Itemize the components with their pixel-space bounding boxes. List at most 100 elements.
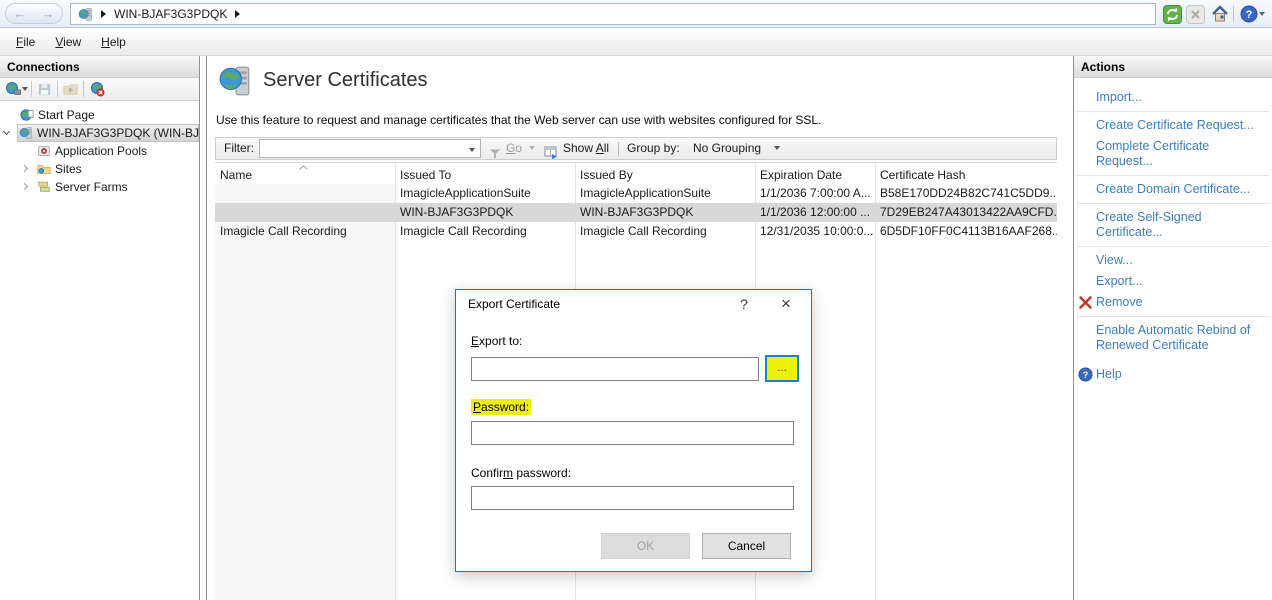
table-row-selected[interactable]: WIN-BJAF3G3PDQK WIN-BJAF3G3PDQK 1/1/2036… <box>215 203 1057 222</box>
nav-buttons: ← → <box>5 3 63 24</box>
svg-text:?: ? <box>1083 370 1088 380</box>
cell-hash: 6D5DF10FF0C4113B16AAF268... <box>875 222 1057 241</box>
breadcrumb-server[interactable]: WIN-BJAF3G3PDQK <box>114 7 227 21</box>
column-header-expiration[interactable]: Expiration Date <box>755 163 875 184</box>
create-connection-button[interactable] <box>3 80 22 99</box>
dialog-titlebar[interactable]: Export Certificate ? × <box>456 290 811 319</box>
actions-separator <box>1077 175 1269 176</box>
stop-button[interactable] <box>1185 4 1206 24</box>
application-pools-icon <box>37 144 51 158</box>
save-connections-button[interactable] <box>35 80 54 99</box>
refresh-button[interactable] <box>1162 4 1183 24</box>
chevron-down-icon[interactable] <box>22 87 28 91</box>
tree-item-server[interactable]: WIN-BJAF3G3PDQK (WIN-BJA <box>0 124 199 142</box>
confirm-password-field[interactable] <box>471 486 794 510</box>
action-remove[interactable]: Remove <box>1074 292 1272 313</box>
cell-expiration: 1/1/2036 12:00:00 ... <box>755 203 875 222</box>
svg-text:?: ? <box>1245 9 1252 21</box>
export-to-field[interactable] <box>471 357 759 381</box>
cancel-button[interactable]: Cancel <box>702 533 791 559</box>
password-field[interactable] <box>471 421 794 445</box>
cell-name <box>215 203 395 222</box>
tree-item-application-pools[interactable]: Application Pools <box>0 142 199 160</box>
toolbar-separator <box>618 142 619 156</box>
column-header-issued-to[interactable]: Issued To <box>395 163 575 184</box>
up-button[interactable] <box>61 80 80 99</box>
action-complete-certificate-request[interactable]: Complete Certificate Request... <box>1074 136 1272 172</box>
tree-item-label: Sites <box>55 162 199 176</box>
tree-item-label: Application Pools <box>55 144 199 158</box>
chevron-collapsed-icon[interactable] <box>21 183 28 190</box>
back-icon[interactable]: ← <box>14 7 27 20</box>
go-button[interactable]: Go <box>506 138 522 159</box>
connections-header: Connections <box>0 56 199 78</box>
page-title: Server Certificates <box>263 69 428 92</box>
action-help[interactable]: ? Help <box>1074 364 1272 385</box>
filter-funnel-icon <box>489 143 501 164</box>
column-header-hash[interactable]: Certificate Hash <box>875 163 1057 184</box>
filter-input[interactable] <box>259 139 481 158</box>
action-create-self-signed-certificate[interactable]: Create Self-Signed Certificate... <box>1074 207 1272 243</box>
cell-expiration: 1/1/2036 7:00:00 A... <box>755 184 875 203</box>
cell-issued-by: Imagicle Call Recording <box>575 222 755 241</box>
password-label: Password: <box>471 400 531 414</box>
menu-file[interactable]: File <box>6 31 45 53</box>
menu-bar: File View Help <box>0 28 1272 56</box>
tree-item-start-page[interactable]: Start Page <box>0 106 199 124</box>
cell-hash: 7D29EB247A43013422AA9CFD... <box>875 203 1057 222</box>
breadcrumb-arrow-icon[interactable] <box>235 10 240 18</box>
table-row[interactable]: Imagicle Call Recording Imagicle Call Re… <box>215 222 1057 241</box>
dialog-help-button[interactable]: ? <box>729 290 759 319</box>
filter-toolbar: Filter: Go Show All Group by: No Groupin… <box>215 137 1057 160</box>
list-header-row: Name Issued To Issued By Expiration Date… <box>215 163 1057 184</box>
toolbar-separator <box>31 81 32 97</box>
stop-icon <box>1186 5 1205 24</box>
chevron-down-icon[interactable] <box>469 148 475 152</box>
actions-separator <box>1077 316 1269 317</box>
page-description: Use this feature to request and manage c… <box>216 113 821 127</box>
breadcrumb[interactable]: WIN-BJAF3G3PDQK <box>70 3 1156 25</box>
help-menu-caret[interactable] <box>1256 4 1268 24</box>
chevron-expanded-icon[interactable] <box>3 128 10 135</box>
browse-button[interactable]: ... <box>765 355 799 382</box>
chevron-collapsed-icon[interactable] <box>21 165 28 172</box>
action-view[interactable]: View... <box>1074 250 1272 271</box>
cell-issued-to: ImagicleApplicationSuite <box>395 184 575 203</box>
cell-hash: B58E170DD24B82C741C5DD9... <box>875 184 1057 203</box>
connections-panel: Connections <box>0 56 200 600</box>
show-all-button[interactable]: Show All <box>563 138 609 159</box>
table-row[interactable]: ImagicleApplicationSuite ImagicleApplica… <box>215 184 1057 203</box>
connections-tree: Start Page WIN-BJAF3G3PDQK (WIN-BJA <box>0 101 199 196</box>
toolbar-separator <box>57 81 58 97</box>
home-button[interactable] <box>1209 4 1230 24</box>
sorted-column-tint <box>215 184 395 600</box>
filter-label: Filter: <box>224 138 254 159</box>
actions-panel: Actions Import... Create Certificate Req… <box>1073 56 1272 600</box>
tree-item-label: Start Page <box>38 108 199 122</box>
forward-icon[interactable]: → <box>42 7 55 20</box>
menu-help[interactable]: Help <box>91 31 136 53</box>
action-export[interactable]: Export... <box>1074 271 1272 292</box>
tree-item-sites[interactable]: Sites <box>0 160 199 178</box>
action-import[interactable]: Import... <box>1074 87 1272 108</box>
cell-issued-by: WIN-BJAF3G3PDQK <box>575 203 755 222</box>
export-certificate-dialog: Export Certificate ? × Export to: ... Pa… <box>455 289 812 572</box>
grouping-select[interactable]: No Grouping <box>693 138 761 159</box>
column-header-issued-by[interactable]: Issued By <box>575 163 755 184</box>
iis-manager-window: ← → WIN-BJAF3G3PDQK <box>0 0 1272 600</box>
toolbar-separator <box>83 81 84 97</box>
menu-view[interactable]: View <box>45 31 91 53</box>
action-enable-automatic-rebind[interactable]: Enable Automatic Rebind of Renewed Certi… <box>1074 320 1270 356</box>
close-icon[interactable]: × <box>769 290 803 319</box>
server-icon <box>78 7 93 22</box>
ok-button[interactable]: OK <box>601 533 690 559</box>
delete-connection-button[interactable] <box>87 80 106 99</box>
action-create-certificate-request[interactable]: Create Certificate Request... <box>1074 115 1272 136</box>
server-icon <box>19 126 33 140</box>
toolbar-separator <box>1233 6 1234 22</box>
refresh-icon <box>1163 5 1182 24</box>
breadcrumb-arrow-icon[interactable] <box>101 10 106 18</box>
action-create-domain-certificate[interactable]: Create Domain Certificate... <box>1074 179 1272 200</box>
actions-separator <box>1077 203 1269 204</box>
tree-item-server-farms[interactable]: Server Farms <box>0 178 199 196</box>
